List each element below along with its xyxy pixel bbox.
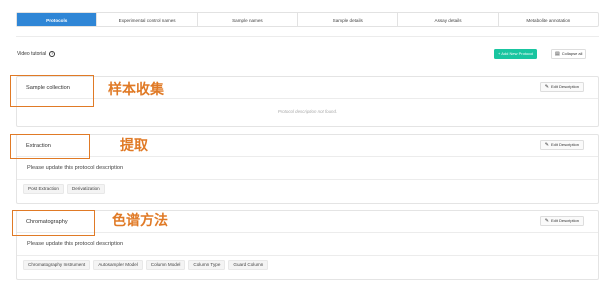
add-new-protocol-button[interactable]: + Add New Protocol [494, 49, 538, 59]
protocol-card-body: Please update this protocol description … [17, 157, 598, 197]
collapse-icon: ▤ [555, 51, 560, 57]
edit-description-button[interactable]: ✎ Edit Description [539, 140, 584, 150]
tab-experimental-control-names[interactable]: Experimental control names [97, 13, 198, 26]
protocol-card-body: Protocol description not found. [17, 99, 598, 125]
protocol-card-body: Please update this protocol description … [17, 233, 598, 273]
edit-description-label: Edit Description [550, 84, 579, 89]
protocol-card-chromatography: Chromatography ✎ Edit Description Please… [16, 210, 599, 280]
empty-description-text: Protocol description not found. [277, 109, 338, 114]
collapse-all-label: Collapse all [561, 51, 583, 56]
tab-strip: Protocols Experimental control names Sam… [16, 12, 599, 27]
edit-description-button[interactable]: ✎ Edit Description [539, 216, 584, 226]
pencil-icon: ✎ [544, 84, 549, 90]
parameter-chip[interactable]: Autosampler Model [93, 259, 143, 270]
annotation-box-extraction [10, 134, 90, 159]
annotation-box-chromatography [12, 210, 95, 236]
divider [16, 36, 599, 37]
parameter-chip[interactable]: Post Extraction [23, 183, 64, 194]
edit-description-label: Edit Description [550, 218, 579, 223]
tab-assay-details[interactable]: Assay details [398, 13, 499, 26]
pencil-icon: ✎ [544, 218, 549, 224]
video-tutorial-link[interactable]: Video tutorial ? [17, 51, 56, 57]
parameter-chips: Post Extraction Derivatization [17, 179, 598, 197]
tab-sample-details[interactable]: Sample details [298, 13, 399, 26]
tab-sample-names[interactable]: Sample names [198, 13, 299, 26]
help-icon[interactable]: ? [49, 51, 56, 57]
protocol-card-header: Extraction ✎ Edit Description [17, 135, 598, 157]
parameter-chip[interactable]: Guard Column [228, 259, 269, 270]
protocol-card-header: Chromatography ✎ Edit Description [17, 211, 598, 233]
parameter-chip[interactable]: Column Type [188, 259, 226, 270]
protocol-card-header: Sample collection ✎ Edit Description [17, 77, 598, 99]
protocol-card-sample-collection: Sample collection ✎ Edit Description Pro… [16, 76, 599, 127]
protocol-card-extraction: Extraction ✎ Edit Description Please upd… [16, 134, 599, 204]
annotation-label-sample-collection: 样本收集 [108, 82, 164, 98]
parameter-chip[interactable]: Column Model [145, 259, 186, 270]
tab-protocols[interactable]: Protocols [17, 13, 98, 26]
protocol-description: Please update this protocol description [27, 165, 124, 171]
parameter-chip[interactable]: Chromatography Instrument [23, 259, 91, 270]
pencil-icon: ✎ [544, 142, 549, 148]
parameter-chip[interactable]: Derivatization [66, 183, 105, 194]
edit-description-button[interactable]: ✎ Edit Description [539, 82, 584, 92]
annotation-box-sample-collection [10, 75, 94, 107]
collapse-all-button[interactable]: ▤ Collapse all [551, 49, 587, 59]
video-tutorial-label: Video tutorial [17, 51, 47, 57]
protocol-description: Please update this protocol description [27, 241, 124, 247]
annotation-label-extraction: 提取 [120, 138, 148, 154]
annotation-label-chromatography: 色谱方法 [112, 213, 168, 229]
parameter-chips: Chromatography Instrument Autosampler Mo… [17, 255, 598, 273]
edit-description-label: Edit Description [550, 142, 579, 147]
tab-metabolite-annotation[interactable]: Metabolite annotation [499, 13, 598, 26]
